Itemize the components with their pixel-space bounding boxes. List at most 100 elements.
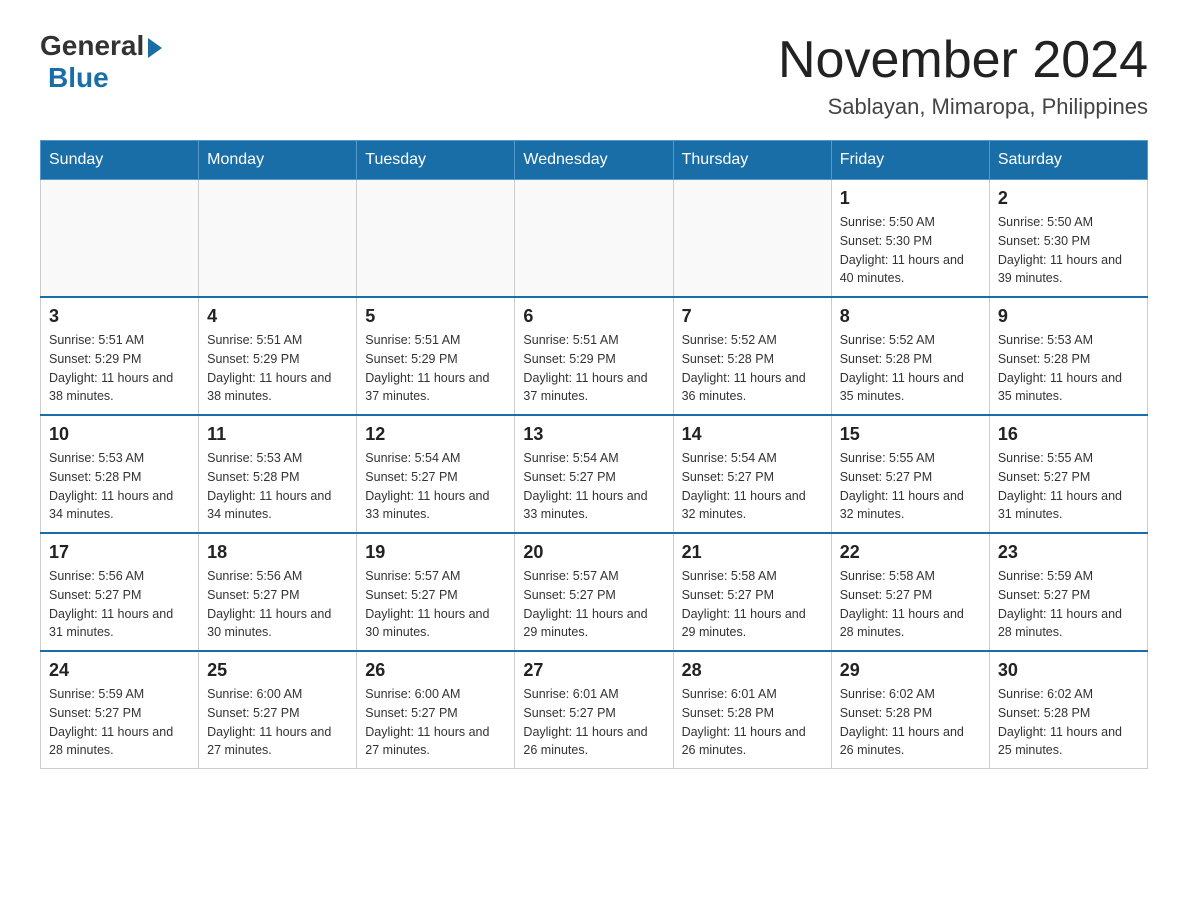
weekday-header-monday: Monday [199,141,357,180]
calendar-cell: 15Sunrise: 5:55 AMSunset: 5:27 PMDayligh… [831,415,989,533]
calendar-cell: 17 Sunrise: 5:56 AMSunset: 5:27 PMDayligh… [41,533,199,651]
weekday-header-row: SundayMondayTuesdayWednesdayThursdayFrid… [41,141,1148,180]
day-number: 19 [365,542,506,563]
calendar-cell: 24 Sunrise: 5:59 AMSunset: 5:27 PMDayligh… [41,651,199,769]
calendar-cell [41,180,199,298]
calendar-cell: 11 Sunrise: 5:53 AMSunset: 5:28 PMDayligh… [199,415,357,533]
calendar-cell: 4Sunrise: 5:51 AMSunset: 5:29 PMDaylight… [199,297,357,415]
day-info: Sunrise: 5:53 AMSunset: 5:28 PMDaylight:… [207,449,348,524]
logo: General Blue [40,30,162,94]
day-number: 7 [682,306,823,327]
day-info: Sunrise: 5:51 AMSunset: 5:29 PMDaylight:… [523,331,664,406]
day-info: Sunrise: 5:59 AMSunset: 5:27 PMDaylight:… [998,567,1139,642]
weekday-header-thursday: Thursday [673,141,831,180]
day-info: Sunrise: 6:02 AMSunset: 5:28 PMDaylight:… [840,685,981,760]
calendar-cell: 6 Sunrise: 5:51 AMSunset: 5:29 PMDaylight… [515,297,673,415]
day-number: 23 [998,542,1139,563]
calendar-cell: 16 Sunrise: 5:55 AMSunset: 5:27 PMDayligh… [989,415,1147,533]
day-info: Sunrise: 5:52 AMSunset: 5:28 PMDaylight:… [682,331,823,406]
day-number: 26 [365,660,506,681]
day-number: 24 [49,660,190,681]
day-number: 18 [207,542,348,563]
calendar-cell: 22Sunrise: 5:58 AMSunset: 5:27 PMDayligh… [831,533,989,651]
day-number: 3 [49,306,190,327]
calendar-cell [199,180,357,298]
day-number: 5 [365,306,506,327]
day-info: Sunrise: 5:50 AMSunset: 5:30 PMDaylight:… [998,213,1139,288]
day-number: 17 [49,542,190,563]
day-info: Sunrise: 6:01 AMSunset: 5:28 PMDaylight:… [682,685,823,760]
day-number: 25 [207,660,348,681]
day-info: Sunrise: 5:57 AMSunset: 5:27 PMDaylight:… [365,567,506,642]
day-info: Sunrise: 5:50 AMSunset: 5:30 PMDaylight:… [840,213,981,288]
day-info: Sunrise: 5:58 AMSunset: 5:27 PMDaylight:… [682,567,823,642]
calendar-cell [515,180,673,298]
day-info: Sunrise: 5:52 AMSunset: 5:28 PMDaylight:… [840,331,981,406]
day-number: 11 [207,424,348,445]
logo-general-text: General [40,30,144,62]
weekday-header-sunday: Sunday [41,141,199,180]
calendar-cell: 27Sunrise: 6:01 AMSunset: 5:27 PMDayligh… [515,651,673,769]
calendar-cell: 3 Sunrise: 5:51 AMSunset: 5:29 PMDaylight… [41,297,199,415]
day-info: Sunrise: 5:54 AMSunset: 5:27 PMDaylight:… [682,449,823,524]
weekday-header-tuesday: Tuesday [357,141,515,180]
calendar-cell: 10 Sunrise: 5:53 AMSunset: 5:28 PMDayligh… [41,415,199,533]
day-info: Sunrise: 5:56 AMSunset: 5:27 PMDaylight:… [207,567,348,642]
day-info: Sunrise: 6:00 AMSunset: 5:27 PMDaylight:… [207,685,348,760]
logo-blue-text: Blue [48,62,109,94]
day-number: 10 [49,424,190,445]
calendar-cell: 21Sunrise: 5:58 AMSunset: 5:27 PMDayligh… [673,533,831,651]
calendar-cell: 18 Sunrise: 5:56 AMSunset: 5:27 PMDayligh… [199,533,357,651]
calendar-cell: 20 Sunrise: 5:57 AMSunset: 5:27 PMDayligh… [515,533,673,651]
day-info: Sunrise: 6:02 AMSunset: 5:28 PMDaylight:… [998,685,1139,760]
weekday-header-wednesday: Wednesday [515,141,673,180]
location-text: Sablayan, Mimaropa, Philippines [778,94,1148,120]
day-number: 12 [365,424,506,445]
day-info: Sunrise: 5:56 AMSunset: 5:27 PMDaylight:… [49,567,190,642]
calendar-cell: 29 Sunrise: 6:02 AMSunset: 5:28 PMDayligh… [831,651,989,769]
calendar-cell: 14 Sunrise: 5:54 AMSunset: 5:27 PMDayligh… [673,415,831,533]
day-info: Sunrise: 5:57 AMSunset: 5:27 PMDaylight:… [523,567,664,642]
calendar-cell: 1 Sunrise: 5:50 AMSunset: 5:30 PMDaylight… [831,180,989,298]
calendar-week-row: 24 Sunrise: 5:59 AMSunset: 5:27 PMDayligh… [41,651,1148,769]
calendar-cell: 9Sunrise: 5:53 AMSunset: 5:28 PMDaylight… [989,297,1147,415]
day-info: Sunrise: 5:59 AMSunset: 5:27 PMDaylight:… [49,685,190,760]
calendar-week-row: 1 Sunrise: 5:50 AMSunset: 5:30 PMDaylight… [41,180,1148,298]
calendar-cell: 26 Sunrise: 6:00 AMSunset: 5:27 PMDayligh… [357,651,515,769]
day-number: 4 [207,306,348,327]
day-info: Sunrise: 5:55 AMSunset: 5:27 PMDaylight:… [998,449,1139,524]
day-number: 1 [840,188,981,209]
calendar-cell: 2 Sunrise: 5:50 AMSunset: 5:30 PMDaylight… [989,180,1147,298]
page-header: General Blue November 2024 Sablayan, Mim… [40,30,1148,120]
day-info: Sunrise: 5:58 AMSunset: 5:27 PMDaylight:… [840,567,981,642]
day-number: 8 [840,306,981,327]
day-info: Sunrise: 5:51 AMSunset: 5:29 PMDaylight:… [49,331,190,406]
calendar-week-row: 3 Sunrise: 5:51 AMSunset: 5:29 PMDaylight… [41,297,1148,415]
day-info: Sunrise: 5:53 AMSunset: 5:28 PMDaylight:… [49,449,190,524]
calendar-table: SundayMondayTuesdayWednesdayThursdayFrid… [40,140,1148,769]
month-title: November 2024 [778,30,1148,90]
calendar-week-row: 17 Sunrise: 5:56 AMSunset: 5:27 PMDayligh… [41,533,1148,651]
logo-arrow-icon [148,38,162,58]
title-section: November 2024 Sablayan, Mimaropa, Philip… [778,30,1148,120]
day-number: 2 [998,188,1139,209]
day-number: 28 [682,660,823,681]
day-info: Sunrise: 5:54 AMSunset: 5:27 PMDaylight:… [523,449,664,524]
day-number: 6 [523,306,664,327]
calendar-cell: 7 Sunrise: 5:52 AMSunset: 5:28 PMDaylight… [673,297,831,415]
calendar-cell: 8 Sunrise: 5:52 AMSunset: 5:28 PMDaylight… [831,297,989,415]
day-number: 29 [840,660,981,681]
day-number: 20 [523,542,664,563]
day-number: 30 [998,660,1139,681]
weekday-header-saturday: Saturday [989,141,1147,180]
calendar-cell: 28 Sunrise: 6:01 AMSunset: 5:28 PMDayligh… [673,651,831,769]
calendar-cell: 30 Sunrise: 6:02 AMSunset: 5:28 PMDayligh… [989,651,1147,769]
day-info: Sunrise: 6:00 AMSunset: 5:27 PMDaylight:… [365,685,506,760]
calendar-cell: 13Sunrise: 5:54 AMSunset: 5:27 PMDayligh… [515,415,673,533]
day-number: 9 [998,306,1139,327]
calendar-cell: 5Sunrise: 5:51 AMSunset: 5:29 PMDaylight… [357,297,515,415]
calendar-cell: 25 Sunrise: 6:00 AMSunset: 5:27 PMDayligh… [199,651,357,769]
day-number: 16 [998,424,1139,445]
calendar-cell [357,180,515,298]
day-number: 14 [682,424,823,445]
